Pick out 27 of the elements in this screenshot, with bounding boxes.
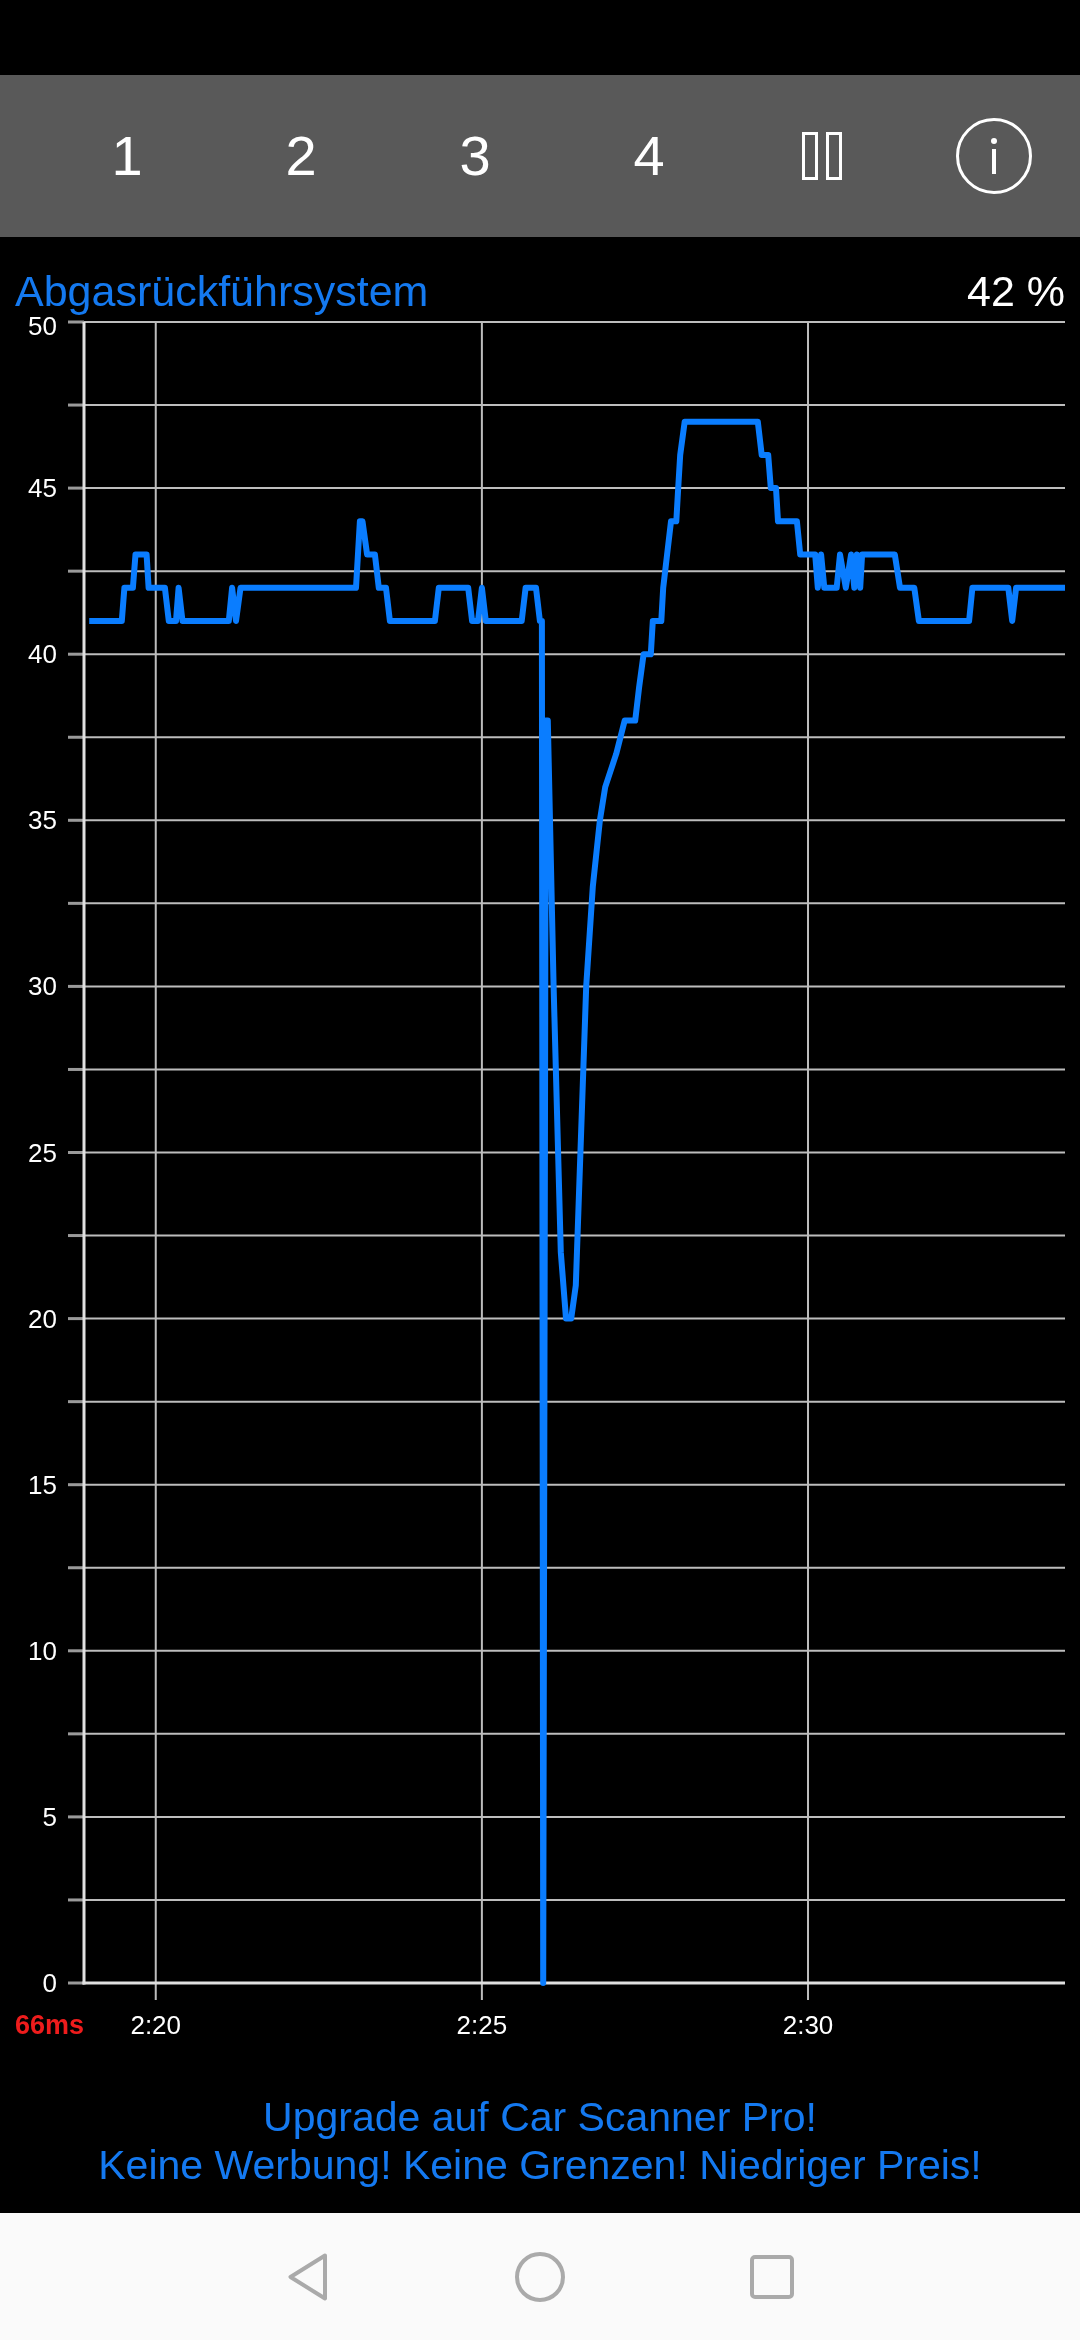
y-tick-label: 35 [28, 805, 57, 836]
y-tick-label: 40 [28, 639, 57, 670]
y-tick-label: 20 [28, 1303, 57, 1334]
y-tick-label: 25 [28, 1137, 57, 1168]
page-tab[interactable]: 3 [447, 120, 503, 192]
sensor-name: Abgasrückführsystem [15, 270, 429, 313]
home-icon[interactable] [515, 2251, 565, 2302]
info-icon [956, 118, 1032, 194]
x-tick-label: 2:25 [456, 2010, 508, 2040]
y-tick-label: 30 [28, 971, 57, 1002]
page-tab[interactable]: 1 [99, 120, 155, 192]
x-tick-label: 2:30 [782, 2010, 834, 2040]
y-tick-label: 45 [28, 473, 57, 504]
y-tick-label: 0 [42, 1968, 57, 1998]
y-tick-label: 10 [28, 1635, 57, 1666]
latency-label: 66ms [15, 2010, 85, 2040]
y-tick-label: 5 [42, 1801, 57, 1832]
x-tick-label: 2:20 [130, 2010, 182, 2040]
page-tab[interactable]: 4 [621, 120, 677, 192]
page-tab[interactable]: 2 [273, 120, 329, 192]
recents-icon[interactable] [750, 2254, 794, 2299]
sensor-value: 42 % [967, 270, 1065, 313]
back-icon[interactable] [287, 2252, 329, 2301]
y-tick-label: 15 [28, 1469, 57, 1500]
y-tick-label: 50 [28, 313, 57, 341]
pause-icon [802, 132, 842, 180]
upgrade-banner-link[interactable]: Upgrade auf Car Scanner Pro! Keine Werbung! Keine Grenzen! Niedriger Preis! [98, 2093, 982, 2189]
